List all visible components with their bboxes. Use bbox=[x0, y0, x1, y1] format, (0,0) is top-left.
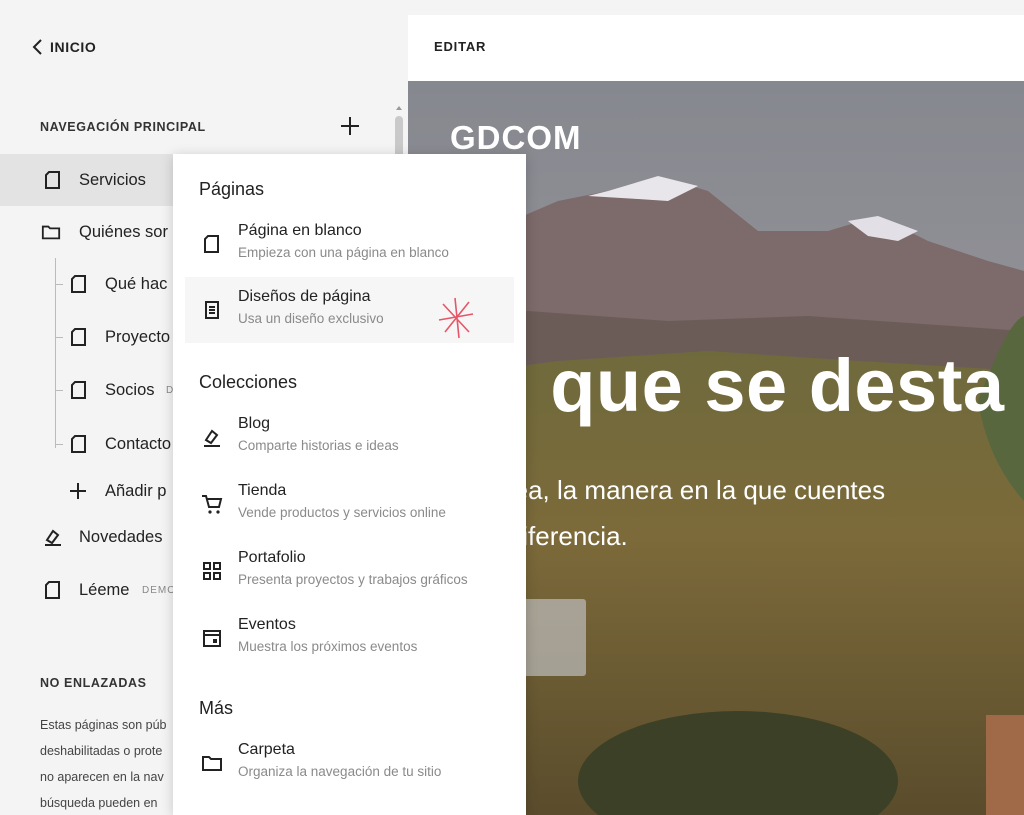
unlinked-text-line: deshabilitadas o prote bbox=[40, 744, 163, 758]
grid-icon bbox=[203, 562, 221, 580]
page-icon bbox=[71, 328, 86, 346]
plus-icon bbox=[70, 483, 86, 499]
add-page-label: Añadir p bbox=[105, 482, 167, 500]
menu-item-description: Comparte historias e ideas bbox=[238, 438, 399, 453]
unlinked-text-line: no aparecen en la nav bbox=[40, 770, 164, 784]
menu-item-folder[interactable]: Carpeta Organiza la navegación de tu sit… bbox=[185, 730, 514, 796]
blog-icon bbox=[204, 429, 220, 447]
menu-item-events[interactable]: Eventos Muestra los próximos eventos bbox=[185, 605, 514, 671]
page-icon bbox=[45, 581, 60, 599]
edit-button[interactable]: EDITAR bbox=[434, 39, 486, 54]
page-icon bbox=[71, 435, 86, 453]
menu-item-description: Vende productos y servicios online bbox=[238, 505, 446, 520]
sidebar-item-label: Socios bbox=[105, 381, 155, 399]
menu-item-title: Página en blanco bbox=[238, 222, 362, 239]
menu-item-title: Tienda bbox=[238, 482, 287, 499]
menu-item-title: Carpeta bbox=[238, 741, 295, 758]
click-indicator-icon bbox=[438, 297, 474, 339]
unlinked-text-line: búsqueda pueden en bbox=[40, 796, 158, 810]
menu-item-blog[interactable]: Blog Comparte historias e ideas bbox=[185, 404, 514, 470]
menu-item-store[interactable]: Tienda Vende productos y servicios onlin… bbox=[185, 471, 514, 537]
sidebar-item-label: Servicios bbox=[79, 171, 146, 189]
menu-item-title: Portafolio bbox=[238, 549, 306, 566]
blog-icon bbox=[45, 529, 61, 546]
demo-badge: DEMO bbox=[142, 585, 176, 596]
site-logo[interactable]: GDCOM bbox=[450, 119, 582, 157]
menu-item-title: Diseños de página bbox=[238, 288, 371, 305]
sidebar-item-label: Qué hac bbox=[105, 275, 168, 293]
sidebar-item-label: Contacto bbox=[105, 435, 172, 453]
main-navigation-title: NAVEGACIÓN PRINCIPAL bbox=[40, 120, 206, 134]
sidebar-item-label: Quiénes sor bbox=[79, 223, 168, 241]
back-label: INICIO bbox=[50, 39, 97, 55]
menu-item-title: Eventos bbox=[238, 616, 296, 633]
calendar-icon bbox=[203, 630, 221, 647]
hero-title: az que se desta bbox=[450, 344, 1005, 427]
sidebar-item-label: Léeme bbox=[79, 581, 130, 599]
sidebar-item-label: Novedades bbox=[79, 528, 163, 546]
menu-item-title: Blog bbox=[238, 415, 271, 432]
preview-header: EDITAR bbox=[408, 15, 1024, 81]
pages-heading: Páginas bbox=[199, 179, 265, 199]
layout-page-icon bbox=[205, 301, 219, 319]
menu-item-description: Empieza con una página en blanco bbox=[238, 245, 449, 260]
menu-item-portfolio[interactable]: Portafolio Presenta proyectos y trabajos… bbox=[185, 538, 514, 604]
scroll-up-arrow-icon[interactable] bbox=[396, 106, 402, 110]
folder-icon bbox=[202, 756, 222, 771]
menu-item-description: Organiza la navegación de tu sitio bbox=[238, 764, 442, 779]
chevron-left-icon bbox=[32, 39, 42, 55]
add-page-plus-icon[interactable] bbox=[338, 114, 362, 138]
blank-page-icon bbox=[204, 235, 219, 253]
add-page-menu: Páginas Página en blanco Empieza con una… bbox=[173, 154, 526, 815]
sidebar-item-label: Proyecto bbox=[105, 328, 171, 346]
folder-icon bbox=[41, 225, 61, 240]
more-heading: Más bbox=[199, 698, 234, 718]
page-icon bbox=[45, 171, 60, 189]
menu-item-description: Presenta proyectos y trabajos gráficos bbox=[238, 572, 468, 587]
page-icon bbox=[71, 381, 86, 399]
back-to-home-button[interactable]: INICIO bbox=[32, 36, 96, 58]
unlinked-section-title: NO ENLAZADAS bbox=[40, 676, 147, 690]
page-icon bbox=[71, 275, 86, 293]
collections-heading: Colecciones bbox=[199, 372, 298, 392]
unlinked-description: Estas páginas son púb deshabilitadas o p… bbox=[40, 712, 180, 815]
menu-item-blank-page[interactable]: Página en blanco Empieza con una página … bbox=[185, 211, 514, 277]
unlinked-text-line: Estas páginas son púb bbox=[40, 718, 167, 732]
menu-item-description: Usa un diseño exclusivo bbox=[238, 311, 384, 326]
menu-item-description: Muestra los próximos eventos bbox=[238, 639, 418, 654]
cart-icon bbox=[202, 495, 223, 514]
